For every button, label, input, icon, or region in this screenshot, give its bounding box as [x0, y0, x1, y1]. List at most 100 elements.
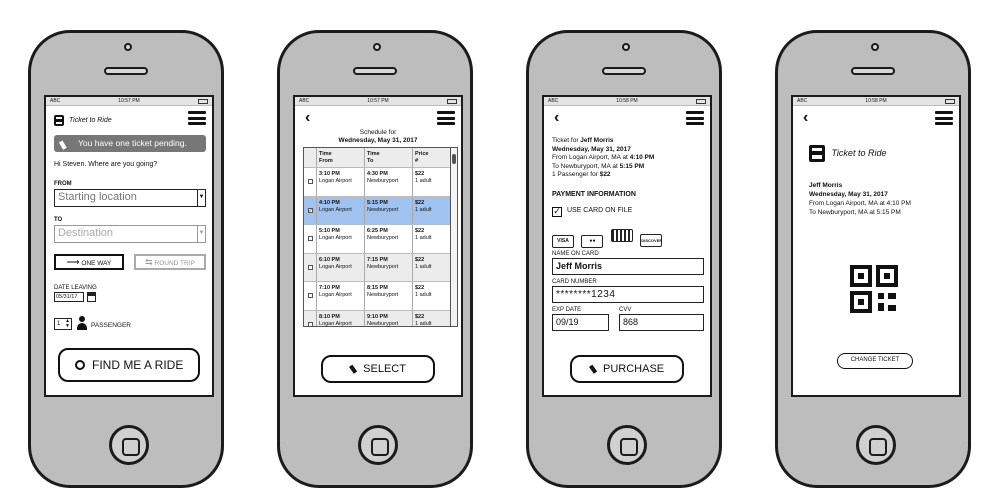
bus-icon [809, 145, 825, 162]
stepper-arrows-icon: ▲ ▼ [65, 318, 70, 329]
cvv-input[interactable]: 868 [619, 314, 704, 331]
checkbox-checked-icon[interactable]: ✓ [552, 207, 562, 217]
amex-icon [610, 229, 633, 242]
select-label: SELECT [363, 363, 406, 375]
schedule-date: Wednesday, May 31, 2017 [338, 137, 418, 144]
app-header: Ticket to Ride [54, 115, 112, 126]
passenger-label: PASSENGER [91, 322, 131, 329]
to-label: TO [54, 217, 63, 223]
pending-ticket-banner[interactable]: ▮ You have one ticket pending. [54, 135, 206, 152]
checkbox-icon[interactable] [307, 236, 313, 242]
column-header-arrive: Time To [364, 148, 412, 167]
payment-heading: PAYMENT INFORMATION [552, 191, 636, 198]
earpiece [353, 67, 397, 75]
screen-confirmation: ABC 10:58 PM ‹ Ticket to Ride Jeff Morri… [791, 95, 961, 397]
table-row[interactable]: ✓ 4:10 PM Logan Airport 5:15 PM Newburyport $… [304, 196, 457, 225]
row-checkbox[interactable] [304, 225, 316, 253]
use-card-row[interactable]: ✓ USE CARD ON FILE [552, 207, 632, 217]
change-ticket-button[interactable]: CHANGE TICKET [837, 353, 913, 369]
round-trip-button[interactable]: ⇆ ROUND TRIP [134, 254, 206, 270]
table-row[interactable]: 6:10 PM Logan Airport 7:15 PM Newburyport $2… [304, 253, 457, 282]
date-input[interactable]: 05/31/17 [54, 292, 84, 302]
checkbox-checked-icon[interactable]: ✓ [307, 207, 313, 213]
screen-home: ABC 10:57 PM Ticket to Ride ▮ You have o… [44, 95, 214, 397]
menu-icon[interactable] [437, 111, 455, 125]
price-cell: $22 1 adult [412, 196, 452, 224]
table-row[interactable]: 8:10 PM Logan Airport 9:10 PM Newburyport $2… [304, 310, 457, 326]
scrollbar-thumb[interactable] [452, 154, 456, 164]
depart-cell: 5:10 PM Logan Airport [316, 225, 364, 253]
find-ride-button[interactable]: FIND ME A RIDE [58, 348, 200, 382]
home-button[interactable] [607, 425, 647, 465]
checkbox-icon[interactable] [307, 293, 313, 299]
menu-icon[interactable] [935, 111, 953, 125]
back-arrow-icon[interactable]: ‹ [803, 109, 808, 127]
discover-icon: DISCOVER [640, 234, 663, 247]
front-camera [124, 43, 132, 51]
price-cell: $22 1 adult [412, 282, 452, 310]
card-number-label: CARD NUMBER [552, 279, 597, 285]
one-way-label: ONE WAY [81, 260, 112, 267]
column-header-price: Price # [412, 148, 452, 167]
battery-icon [447, 99, 457, 104]
phone-frame-3: ABC 10:58 PM ‹ Ticket for Jeff Morris We… [526, 30, 722, 488]
select-button[interactable]: ▮ SELECT [321, 355, 435, 383]
checkbox-icon[interactable] [307, 264, 313, 270]
schedule-header-line1: Schedule for [359, 129, 397, 136]
home-button[interactable] [856, 425, 896, 465]
search-icon [74, 360, 85, 370]
depart-cell: 7:10 PM Logan Airport [316, 282, 364, 310]
exp-date-input[interactable]: 09/19 [552, 314, 609, 331]
checkbox-icon[interactable] [307, 179, 313, 185]
clock: 10:57 PM [367, 98, 389, 104]
depart-cell: 6:10 PM Logan Airport [316, 253, 364, 281]
from-placeholder: Starting location [58, 191, 137, 203]
table-row[interactable]: 7:10 PM Logan Airport 8:15 PM Newburyport $2… [304, 282, 457, 311]
table-scrollbar[interactable] [450, 148, 457, 326]
ticket-icon: ▮ [586, 362, 599, 376]
row-checkbox[interactable] [304, 311, 316, 326]
one-way-button[interactable]: ⟶ ONE WAY [54, 254, 124, 270]
table-header-row: Time From Time To Price # [304, 148, 457, 168]
menu-icon[interactable] [188, 111, 206, 125]
chevron-down-icon: ▼ [197, 190, 205, 206]
table-row[interactable]: 3:10 PM Logan Airport 4:30 PM Newburyport $2… [304, 168, 457, 197]
to-select[interactable]: Destination ▼ [54, 225, 206, 243]
schedule-table: Time From Time To Price # 3:10 PM Logan Airp… [303, 147, 458, 327]
app-header: Ticket to Ride [809, 145, 886, 162]
arrow-right-icon: ⟶ [66, 257, 80, 267]
row-checkbox[interactable] [304, 282, 316, 310]
ticket-for-line: Ticket for Jeff Morris [552, 137, 614, 144]
name-on-card-input[interactable]: Jeff Morris [552, 258, 704, 275]
phone-frame-4: ABC 10:58 PM ‹ Ticket to Ride Jeff Morri… [775, 30, 971, 488]
visa-icon: VISA [552, 235, 574, 248]
back-arrow-icon[interactable]: ‹ [554, 109, 559, 127]
row-checkbox[interactable] [304, 168, 316, 196]
card-number-input[interactable]: ********1234 [552, 286, 704, 303]
table-row[interactable]: 5:10 PM Logan Airport 6:25 PM Newburyport $2… [304, 225, 457, 254]
row-checkbox[interactable] [304, 254, 316, 282]
name-on-card-label: NAME ON CARD [552, 251, 599, 257]
from-select[interactable]: Starting location ▼ [54, 189, 206, 207]
to-placeholder: Destination [58, 227, 114, 239]
depart-cell: 8:10 PM Logan Airport [316, 310, 364, 326]
home-button[interactable] [358, 425, 398, 465]
purchase-button[interactable]: ▮ PURCHASE [570, 355, 684, 383]
clock: 10:57 PM [118, 98, 140, 104]
checkbox-icon[interactable] [307, 321, 313, 326]
person-icon [77, 316, 87, 330]
menu-icon[interactable] [686, 111, 704, 125]
phone-frame-1: ABC 10:57 PM Ticket to Ride ▮ You have o… [28, 30, 224, 488]
chevron-down-icon: ▼ [197, 226, 205, 242]
row-checkbox[interactable]: ✓ [304, 197, 316, 225]
exp-date-label: EXP DATE [552, 307, 582, 313]
price-cell: $22 1 adult [412, 225, 452, 253]
schedule-header: Schedule for Wednesday, May 31, 2017 [295, 129, 461, 145]
app-title: Ticket to Ride [831, 147, 887, 158]
earpiece [851, 67, 895, 75]
back-arrow-icon[interactable]: ‹ [305, 109, 310, 127]
calendar-icon[interactable] [87, 292, 96, 302]
mastercard-icon: ●● [581, 235, 604, 248]
home-button[interactable] [109, 425, 149, 465]
passenger-stepper[interactable]: 1 ▲ ▼ [54, 318, 72, 330]
